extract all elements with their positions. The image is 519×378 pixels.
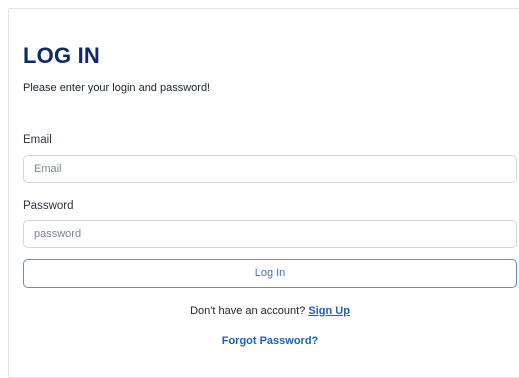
signup-link[interactable]: Sign Up	[308, 305, 350, 317]
signup-row: Don't have an account? Sign Up	[23, 304, 517, 318]
login-card: LOG IN Please enter your login and passw…	[8, 8, 519, 378]
login-button[interactable]: Log In	[23, 259, 517, 288]
page-title: LOG IN	[23, 43, 100, 68]
signup-prompt: Don't have an account?	[190, 305, 306, 317]
email-label: Email	[23, 134, 52, 146]
password-label: Password	[23, 200, 74, 212]
login-subtitle: Please enter your login and password!	[23, 82, 211, 94]
password-field[interactable]	[23, 220, 517, 248]
email-field[interactable]	[23, 155, 517, 183]
forgot-password-link[interactable]: Forgot Password?	[23, 334, 517, 348]
